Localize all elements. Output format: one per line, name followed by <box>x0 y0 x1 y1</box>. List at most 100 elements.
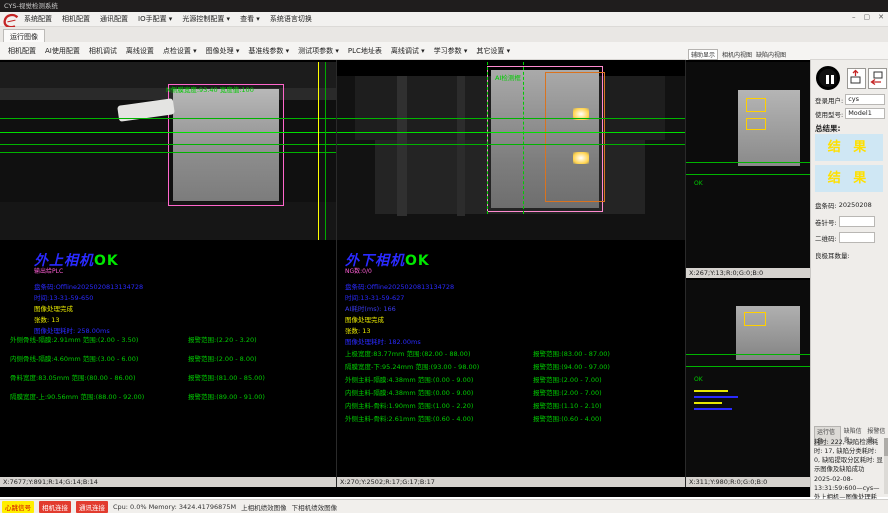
needle-input[interactable] <box>839 216 875 227</box>
qr-row: 二维码: <box>815 232 875 243</box>
cursor-coords-upper: X:7677;Y:891;R:14;G:14;B:14 <box>0 477 336 487</box>
tool-offline-setting[interactable]: 离线设置 <box>126 46 154 56</box>
barcode-text: 盘条码:Offline2025020813134728 <box>34 281 143 291</box>
tool-learn-params[interactable]: 学习参数 ▾ <box>434 46 468 56</box>
lower-cam-note[interactable]: 下相机绩效图像 <box>292 502 338 512</box>
barcode-text: 盘条码:Offline2025020813134728 <box>345 281 454 291</box>
pause-icon <box>826 75 829 84</box>
needle-row: 卷针号: <box>815 216 875 227</box>
tool-plc-table[interactable]: PLC地址表 <box>348 46 382 56</box>
tool-baseline-params[interactable]: 基准线参数 ▾ <box>248 46 289 56</box>
camera-link-badge: 相机连接 <box>39 501 71 513</box>
process-done-text: 图像处理完成 <box>345 314 384 324</box>
time-text: 时间:13-31-59-627 <box>345 292 404 302</box>
window-title: CYS-视觉检测系统 <box>4 2 58 10</box>
alarm-range: 报警范围:(94.00 - 97.00) <box>533 361 610 371</box>
tab-camera-inner-view[interactable]: 相机内视图 <box>722 50 752 59</box>
tool-camera-debug[interactable]: 相机调试 <box>89 46 117 56</box>
time-text: 时间:13-31-59-650 <box>34 292 93 302</box>
login-user-input[interactable]: cys <box>845 94 885 105</box>
side-panel: 登录用户: cys 使用型号: Model1 总结果: 结 果 结 果 盘条码:… <box>810 60 888 497</box>
menu-system-config[interactable]: 系统配置 <box>24 14 52 24</box>
camera-back-icon <box>869 69 884 86</box>
menu-view[interactable]: 查看 ▾ <box>240 14 260 24</box>
tool-other-setting[interactable]: 其它设置 ▾ <box>476 46 510 56</box>
tool-camera-config[interactable]: 相机配置 <box>8 46 36 56</box>
thumb-roi-box <box>744 312 766 326</box>
upper-camera-image: N侧膜宽度:93.40 宽度值:100 <box>0 62 336 240</box>
alarm-range: 报警范围:(89.00 - 91.00) <box>188 391 265 401</box>
ai-time-text: AI耗时(ms): 166 <box>345 303 396 313</box>
tool-ai-config[interactable]: AI使用配置 <box>45 46 80 56</box>
measure-row: 外侧骨线-隔膜:2.91mm 范围:(2.00 - 3.50) <box>10 334 138 344</box>
tab-aux-display[interactable]: 辅助显示 <box>688 49 718 60</box>
capture-lower-button[interactable] <box>868 68 887 89</box>
measure-row: 内侧主料-隔膜:4.38mm 范围:(0.00 - 9.00) <box>345 387 473 397</box>
alarm-range: 报警范围:(2.00 - 8.00) <box>188 353 257 363</box>
aux-thumb-upper[interactable]: OK <box>686 62 810 268</box>
green-guide-line <box>325 62 326 240</box>
model-input[interactable]: Model1 <box>845 108 885 119</box>
upper-cam-note[interactable]: 上相机绩效图像 <box>241 502 287 512</box>
aux-thumb-lower[interactable]: OK <box>686 280 810 477</box>
title-bar: CYS-视觉检测系统 <box>0 0 888 12</box>
cpu-memory-text: Cpu: 0.0% Memory: 3424.41796875M <box>113 503 236 511</box>
result-box-upper: 结 果 <box>815 134 883 161</box>
comm-link-badge: 通讯连接 <box>76 501 108 513</box>
tool-offline-debug[interactable]: 离线调试 ▾ <box>391 46 425 56</box>
elapsed-text: 图像处理耗时: 182.00ms <box>345 336 421 346</box>
qr-label: 二维码: <box>815 233 837 243</box>
dashed-guide-line <box>523 62 524 214</box>
measure-row: 隔膜宽度-下:95.24mm 范围:(93.00 - 98.00) <box>345 361 479 371</box>
minimize-icon[interactable]: – <box>852 13 856 21</box>
ng-note: NG数:0/0 <box>345 266 372 275</box>
menu-light-config[interactable]: 光源控制配置 ▾ <box>182 14 230 24</box>
cursor-coords-thumb2: X:311;Y:980;R:0;G:0;B:0 <box>686 477 810 487</box>
tool-test-params[interactable]: 测试项参数 ▾ <box>298 46 339 56</box>
pause-button[interactable] <box>816 66 840 90</box>
thumb-roi-box <box>746 98 766 112</box>
model-label: 使用型号: <box>815 109 843 119</box>
total-result-label: 总结果: <box>815 123 841 134</box>
menu-io-config[interactable]: IO手配置 ▾ <box>138 14 172 24</box>
tab-defect-inner-view[interactable]: 缺陷内视图 <box>756 50 786 59</box>
cursor-coords-thumb1: X:267;Y:13;R:0;G:0;B:0 <box>686 268 810 278</box>
ok-status: OK <box>405 253 430 269</box>
good-tab-count-label: 良极耳数量: <box>815 250 850 260</box>
tool-spotcheck-setting[interactable]: 点检设置 ▾ <box>163 46 197 56</box>
menu-comm-config[interactable]: 通讯配置 <box>100 14 128 24</box>
width-annotation: N侧膜宽度:93.40 宽度值:100 <box>166 84 254 94</box>
alarm-range: 报警范围:(2.20 - 3.20) <box>188 334 257 344</box>
thumb-overlay-line <box>694 402 722 404</box>
close-icon[interactable]: ✕ <box>878 13 884 21</box>
alarm-range: 报警范围:(0.60 - 4.00) <box>533 413 602 423</box>
alarm-range: 报警范围:(2.00 - 7.00) <box>533 374 602 384</box>
menu-language[interactable]: 系统语言切换 <box>270 14 312 24</box>
upper-camera-view[interactable]: N侧膜宽度:93.40 宽度值:100 外上相机OK 输出给PLC 盘条码:Of… <box>0 60 337 487</box>
reel-barcode-row: 盘条码: 20250208 <box>815 200 872 210</box>
measure-row: 上极宽度:83.77mm 范围:(82.00 - 88.00) <box>345 348 470 358</box>
thumb-overlay-line <box>694 396 738 398</box>
thumb-overlay-line <box>694 408 732 410</box>
lower-camera-view[interactable]: AI检测框 外下相机OK NG数:0/0 盘条码:Offline20250208… <box>337 60 686 487</box>
measure-row: 隔膜宽度-上:90.56mm 范围:(88.00 - 92.00) <box>10 391 144 401</box>
alarm-range: 报警范围:(2.00 - 7.00) <box>533 387 602 397</box>
heartbeat-badge: 心跳信号 <box>2 501 34 513</box>
measure-row: 内侧骨线-隔膜:4.60mm 范围:(3.00 - 6.00) <box>10 353 138 363</box>
tool-image-process[interactable]: 图像处理 ▾ <box>206 46 240 56</box>
thumb-ok-text: OK <box>694 180 703 187</box>
dashed-guide-line <box>487 62 488 214</box>
plc-note: 输出给PLC <box>34 266 63 275</box>
maximize-icon[interactable]: ▢ <box>864 13 871 21</box>
reel-barcode-label: 盘条码: <box>815 200 837 210</box>
ok-status: OK <box>94 253 119 269</box>
thumb-overlay-line <box>694 390 728 392</box>
menu-camera-config[interactable]: 相机配置 <box>62 14 90 24</box>
thumb-ok-text: OK <box>694 376 703 383</box>
stats-scrollbar[interactable] <box>884 438 888 494</box>
capture-upper-button[interactable] <box>847 68 866 89</box>
measure-row: 内侧主料-骨料:1.90mm 范围:(1.00 - 2.20) <box>345 400 473 410</box>
scrollbar-thumb[interactable] <box>884 438 888 456</box>
qr-input[interactable] <box>839 232 875 243</box>
alarm-range: 报警范围:(1.10 - 2.10) <box>533 400 602 410</box>
